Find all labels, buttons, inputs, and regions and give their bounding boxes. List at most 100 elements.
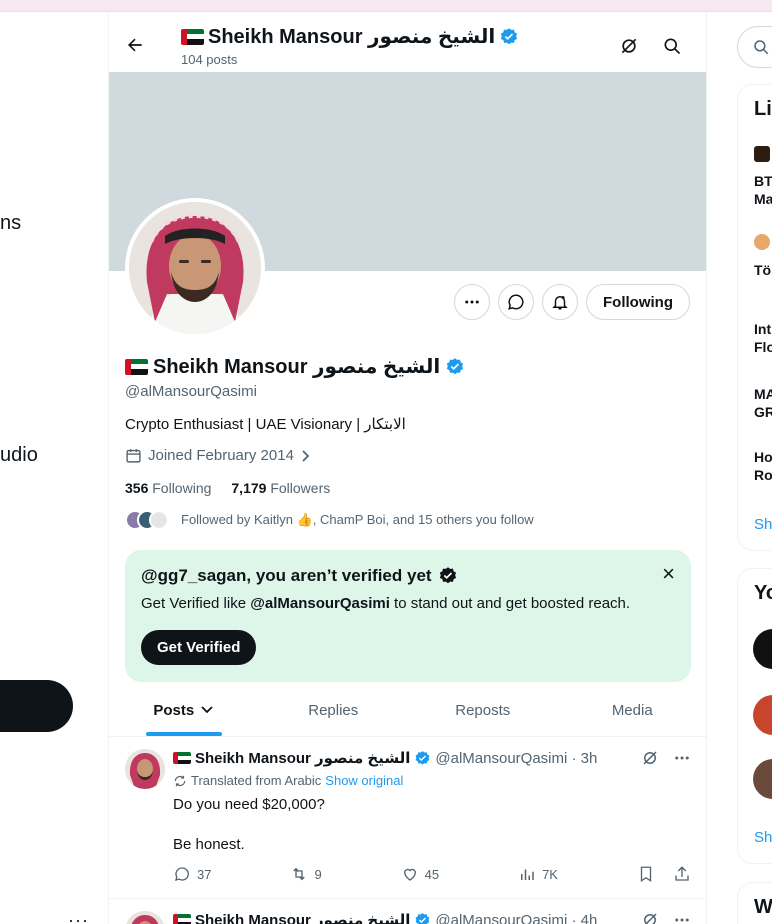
reply-button[interactable]: 37: [173, 865, 211, 883]
following-link[interactable]: 356 Following: [125, 480, 211, 496]
chevron-right-icon[interactable]: [300, 449, 312, 463]
live-item-3[interactable]: Int Flo: [754, 320, 772, 356]
heart-icon: [403, 868, 416, 881]
nav-item-studio-fragment[interactable]: udio: [0, 444, 38, 467]
more-options-icon[interactable]: [673, 749, 691, 767]
tweet-avatar[interactable]: [125, 911, 165, 924]
notification-bell-icon[interactable]: [542, 284, 579, 320]
tweet-handle-time[interactable]: @alMansourQasimi · 4h: [435, 912, 597, 924]
tab-reposts[interactable]: Reposts: [408, 684, 558, 736]
main-column: Sheikh Mansour الشيخ منصور 104 posts Fol…: [108, 12, 707, 924]
profile-header: Sheikh Mansour الشيخ منصور 104 posts: [109, 12, 706, 72]
profile-bio: Crypto Enthusiast | UAE Visionary | الاب…: [125, 416, 406, 433]
show-more-link[interactable]: Sh: [754, 516, 772, 533]
reply-icon: [175, 867, 189, 881]
who-to-follow-heading: Yo: [754, 582, 772, 604]
live-item-4[interactable]: MA GR: [754, 385, 772, 421]
calendar-icon: [126, 449, 141, 463]
live-heading: Li: [754, 98, 772, 120]
tweet-author-name[interactable]: Sheikh Mansour الشيخ منصور: [195, 749, 410, 767]
search-icon[interactable]: [655, 29, 689, 63]
tweet-text: Do you need $20,000? Be honest.: [173, 796, 325, 853]
grok-icon[interactable]: [612, 29, 646, 63]
followers-link[interactable]: 7,179 Followers: [231, 480, 330, 496]
follow-stats: 356 Following 7,179 Followers: [125, 480, 330, 496]
live-item-5[interactable]: Ho Ro: [754, 448, 772, 484]
header-name: Sheikh Mansour الشيخ منصور: [208, 26, 496, 48]
profile-joined: Joined February 2014: [125, 447, 312, 464]
views-icon: [521, 869, 534, 880]
uae-flag-icon: [125, 358, 148, 375]
browser-top-strip: [0, 0, 772, 12]
tweet-header: Sheikh Mansour الشيخ منصور @alMansourQas…: [173, 749, 597, 767]
grok-icon[interactable]: [641, 911, 659, 924]
verified-badge-icon[interactable]: [445, 357, 465, 377]
joined-text: Joined February 2014: [148, 447, 294, 464]
uae-flag-icon: [173, 914, 191, 924]
show-more-link[interactable]: Sh: [754, 829, 772, 846]
tweet-author-name[interactable]: Sheikh Mansour الشيخ منصور: [195, 911, 410, 924]
right-sidebar: Li BT Ma Tö Int Flo MA GR Ho Ro Sh Yo Sh W: [707, 12, 772, 924]
nav-item-notifications-fragment[interactable]: ns: [0, 212, 21, 235]
live-item-2[interactable]: Tö: [754, 261, 771, 279]
back-arrow-icon[interactable]: [118, 28, 152, 62]
message-icon[interactable]: [498, 284, 535, 320]
profile-display-name: Sheikh Mansour الشيخ منصور: [125, 354, 465, 379]
uae-flag-icon: [173, 752, 191, 764]
followed-by-text: Followed by Kaitlyn 👍, ChamP Boi, and 15…: [181, 512, 534, 527]
left-navigation: ns udio ···: [0, 12, 108, 924]
followed-by[interactable]: Followed by Kaitlyn 👍, ChamP Boi, and 15…: [125, 510, 534, 530]
verified-badge-icon: [414, 750, 431, 767]
tweet[interactable]: Sheikh Mansour الشيخ منصور @alMansourQas…: [109, 899, 706, 924]
like-button[interactable]: 45: [401, 865, 439, 883]
chevron-down-icon: [201, 706, 213, 714]
more-options-icon[interactable]: [454, 284, 491, 320]
verify-card: @gg7_sagan, you aren’t verified yet Get …: [125, 550, 691, 682]
post-button[interactable]: [0, 680, 73, 732]
show-original-link[interactable]: Show original: [325, 773, 403, 788]
tweet-header: Sheikh Mansour الشيخ منصور @alMansourQas…: [173, 911, 597, 924]
profile-name-text: Sheikh Mansour الشيخ منصور: [153, 356, 441, 378]
verified-check-icon: [439, 567, 456, 584]
share-icon[interactable]: [673, 865, 691, 883]
following-button[interactable]: Following: [586, 284, 690, 320]
verify-card-body: Get Verified like @alMansourQasimi to st…: [141, 595, 631, 612]
live-item-icon: [754, 234, 770, 250]
grok-icon[interactable]: [641, 749, 659, 767]
verify-card-title: @gg7_sagan, you aren’t verified yet: [141, 566, 458, 586]
tweet-top-actions: [641, 749, 691, 767]
bookmark-icon[interactable]: [637, 865, 655, 883]
repost-button[interactable]: 9: [290, 865, 322, 883]
tweet-handle-time[interactable]: @alMansourQasimi · 3h: [435, 750, 597, 767]
live-item-icon: [754, 146, 770, 162]
more-options-icon[interactable]: [673, 911, 691, 924]
verified-badge-icon: [414, 912, 431, 924]
follower-avatars: [125, 510, 169, 530]
tweet-avatar[interactable]: [125, 749, 165, 789]
tweet-extra-actions: [637, 865, 691, 883]
profile-tabs: Posts Replies Reposts Media: [109, 684, 707, 737]
translate-icon: [174, 775, 186, 786]
profile-avatar[interactable]: [125, 198, 265, 338]
close-icon[interactable]: ×: [662, 563, 675, 585]
tab-replies[interactable]: Replies: [259, 684, 409, 736]
header-post-count: 104 posts: [181, 52, 238, 67]
profile-actions: Following: [454, 284, 690, 320]
account-more-icon[interactable]: ···: [68, 910, 89, 924]
tweet-actions: 37 9 45 7K: [173, 865, 691, 883]
repost-icon: [293, 867, 306, 881]
tweet-top-actions: [641, 911, 691, 924]
whats-happening-heading: W: [754, 896, 772, 918]
tweet[interactable]: Sheikh Mansour الشيخ منصور @alMansourQas…: [109, 737, 706, 899]
live-item-1[interactable]: BT Ma: [754, 172, 772, 208]
tab-posts[interactable]: Posts: [109, 684, 259, 736]
search-icon: [754, 40, 769, 55]
header-title: Sheikh Mansour الشيخ منصور: [181, 24, 519, 49]
tab-media[interactable]: Media: [558, 684, 707, 736]
active-tab-indicator: [145, 732, 222, 736]
translation-notice: Translated from Arabic Show original: [173, 773, 403, 788]
views-button[interactable]: 7K: [518, 865, 558, 883]
verified-badge-icon: [499, 27, 519, 47]
get-verified-button[interactable]: Get Verified: [141, 630, 257, 665]
search-input[interactable]: [737, 26, 772, 68]
